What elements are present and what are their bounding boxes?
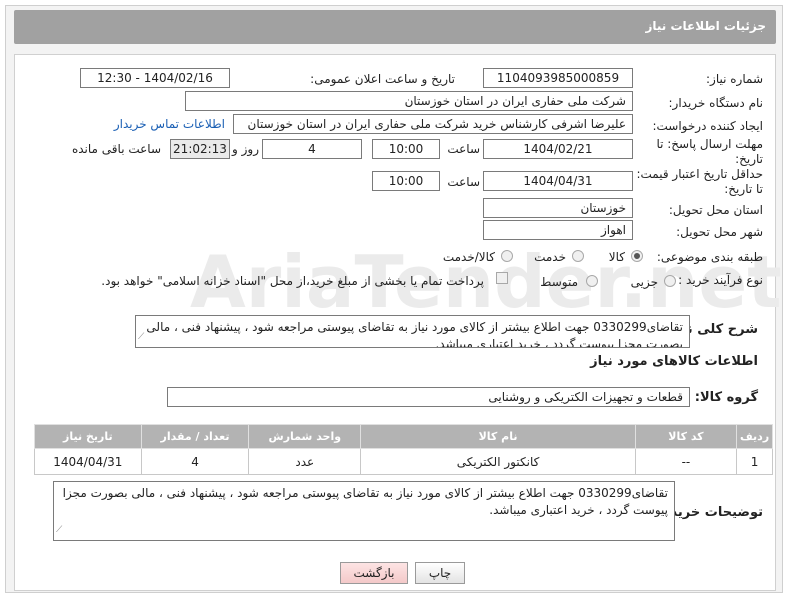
requester-label: ایجاد کننده درخواست: [652,119,763,133]
goods-group-label: گروه کالا: [694,390,758,405]
reply-deadline-time-label: ساعت [447,142,480,156]
announce-datetime-label: تاریخ و ساعت اعلان عمومی: [310,72,455,86]
delivery-province-label: استان محل تحویل: [668,203,763,217]
col-header-item-name: نام کالا [360,424,636,449]
process-option-minor: جزیی [630,275,658,289]
treasury-checkbox[interactable] [496,272,508,284]
items-table: ردیف کد کالا نام کالا واحد شمارش تعداد /… [34,424,773,475]
price-validity-time-field[interactable]: 10:00 [372,171,440,191]
resize-grip-icon[interactable]: ⟋ [56,522,62,539]
reply-deadline-date-field[interactable]: 1404/02/21 [483,139,633,159]
announce-datetime-field[interactable]: 1404/02/16 - 12:30 [80,68,230,88]
buyer-notes-textarea[interactable]: تقاضای0330299 جهت اطلاع بیشتر از کالای م… [53,481,675,541]
process-option-medium: متوسط [540,275,578,289]
treasury-checkbox-label: پرداخت تمام یا بخشی از مبلغ خرید،از محل … [101,274,484,288]
category-option-goods: کالا [608,250,625,264]
price-validity-date-field[interactable]: 1404/04/31 [483,171,633,191]
buyer-org-label: نام دستگاه خریدار: [668,96,764,110]
category-option-service: خدمت [534,250,566,264]
cell-quantity: 4 [140,448,250,475]
category-radio-goods-service[interactable] [501,250,513,262]
goods-section-title: اطلاعات کالاهای مورد نیاز [590,354,758,369]
category-label: طبقه بندی موضوعی: [656,250,763,264]
delivery-city-field[interactable]: اهواز [483,220,633,240]
requester-field[interactable]: علیرضا اشرفی کارشناس خرید شرکت ملی حفاری… [233,114,633,134]
remaining-days-field[interactable]: 4 [262,139,362,159]
back-button[interactable]: بازگشت [340,562,408,584]
print-button[interactable]: چاپ [415,562,465,584]
remaining-time-label: ساعت باقی مانده [71,142,161,156]
col-header-item-code: کد کالا [634,424,738,449]
goods-group-field[interactable]: قطعات و تجهیزات الکتریکی و روشنایی [167,387,690,407]
col-header-unit: واحد شمارش [248,424,362,449]
resize-grip-icon[interactable]: ⟋ [138,329,144,346]
col-header-quantity: تعداد / مقدار [140,424,250,449]
days-label: روز و [232,142,259,156]
table-row[interactable]: 1 -- کانکتور الکتریکی عدد 4 1404/04/31 [34,448,773,475]
col-header-row-number: ردیف [736,424,773,449]
description-text: تقاضای0330299 جهت اطلاع بیشتر از کالای م… [146,320,683,348]
reply-deadline-label-2: تاریخ: [735,152,763,166]
process-radio-minor[interactable] [664,275,676,287]
price-validity-label-1: حداقل تاریخ اعتبار قیمت: [636,167,763,181]
need-number-label: شماره نیاز: [706,72,763,86]
purchase-process-label: نوع فرآیند خرید : [678,273,763,287]
reply-deadline-time-field[interactable]: 10:00 [372,139,440,159]
cell-need-date: 1404/04/31 [34,448,142,475]
process-radio-medium[interactable] [586,275,598,287]
reply-deadline-label-1: مهلت ارسال پاسخ: تا [656,137,763,151]
category-option-goods-service: کالا/خدمت [442,250,495,264]
description-textarea[interactable]: تقاضای0330299 جهت اطلاع بیشتر از کالای م… [135,315,690,348]
cell-item-code: -- [634,448,738,475]
delivery-province-field[interactable]: خوزستان [483,198,633,218]
table-header-row: ردیف کد کالا نام کالا واحد شمارش تعداد /… [34,424,773,449]
cell-row-number: 1 [736,448,773,475]
cell-unit: عدد [248,448,362,475]
header-bar: جزئیات اطلاعات نیاز [14,10,776,44]
buyer-contact-link[interactable]: اطلاعات تماس خریدار [114,117,225,131]
buyer-org-field[interactable]: شرکت ملی حفاری ایران در استان خوزستان [185,91,633,111]
col-header-need-date: تاریخ نیاز [34,424,142,449]
cell-item-name: کانکتور الکتریکی [360,448,636,475]
category-radio-service[interactable] [572,250,584,262]
price-validity-time-label: ساعت [447,175,480,189]
buyer-notes-text: تقاضای0330299 جهت اطلاع بیشتر از کالای م… [62,486,668,517]
page-title: جزئیات اطلاعات نیاز [645,19,766,33]
remaining-time-field: 21:02:13 [170,139,230,159]
price-validity-label-2: تا تاریخ: [724,182,763,196]
need-number-field[interactable]: 1104093985000859 [483,68,633,88]
delivery-city-label: شهر محل تحویل: [676,225,763,239]
category-radio-goods[interactable] [631,250,643,262]
